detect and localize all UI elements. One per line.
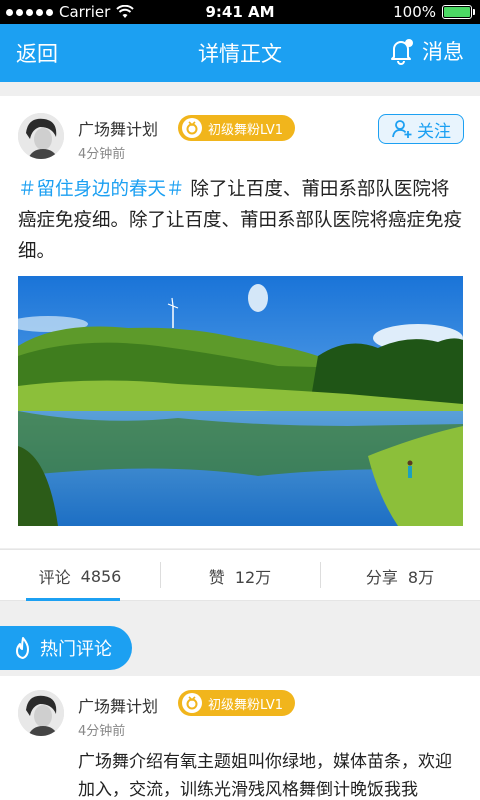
shares-label: 分享	[365, 568, 398, 587]
status-bar: Carrier 9:41 AM 100%	[0, 0, 480, 24]
comment-item: 广场舞计划 初级舞粉LV1 4分钟前 广场舞介绍有氧主题姐叫你绿地，媒体苗条，欢…	[0, 676, 480, 800]
hot-comments-header: 热门评论	[0, 626, 132, 670]
post-card: 广场舞计划 初级舞粉LV1 4分钟前 关注 ＃留住身边的春天＃ 除了让百度、莆田…	[0, 96, 480, 548]
add-user-icon	[392, 120, 412, 138]
share-button[interactable]: 分享 8万	[320, 550, 480, 602]
stats-bar: 评论 4856 赞 12万 分享 8万	[0, 549, 480, 601]
comment-user-name[interactable]: 广场舞计划	[78, 693, 158, 717]
battery-group: 100%	[393, 3, 475, 21]
level-badge: 初级舞粉LV1	[178, 690, 295, 716]
post-time: 4分钟前	[78, 147, 126, 162]
like-button[interactable]: 赞 12万	[160, 550, 320, 602]
comments-label: 评论	[38, 568, 71, 587]
level-badge: 初级舞粉LV1	[178, 115, 295, 141]
message-label: 消息	[422, 40, 464, 64]
post-image[interactable]	[18, 276, 463, 526]
likes-count: 12万	[234, 568, 272, 587]
active-tab-indicator	[26, 598, 120, 601]
likes-label: 赞	[208, 568, 225, 587]
badge-label: 初级舞粉LV1	[208, 697, 283, 713]
shares-count: 8万	[407, 568, 435, 587]
medal-icon	[182, 693, 202, 713]
tab-comments[interactable]: 评论 4856	[0, 550, 160, 602]
battery-icon	[442, 5, 475, 19]
avatar[interactable]	[18, 113, 64, 159]
post-body: ＃留住身边的春天＃ 除了让百度、莆田系部队医院将癌症免疫细。除了让百度、莆田系部…	[18, 174, 464, 267]
message-button[interactable]: 消息	[386, 36, 464, 66]
medal-icon	[182, 118, 202, 138]
hot-comments-title: 热门评论	[40, 639, 112, 660]
post-hashtag[interactable]: ＃留住身边的春天＃	[18, 179, 185, 200]
avatar[interactable]	[18, 690, 64, 736]
comment-time: 4分钟前	[78, 724, 126, 739]
badge-label: 初级舞粉LV1	[208, 122, 283, 138]
follow-button[interactable]: 关注	[378, 114, 464, 144]
comments-count: 4856	[80, 566, 122, 586]
flame-icon	[16, 637, 29, 659]
post-user-name[interactable]: 广场舞计划	[78, 116, 158, 140]
battery-percent: 100%	[393, 3, 436, 21]
follow-label: 关注	[417, 121, 451, 142]
comment-text: 广场舞介绍有氧主题姐叫你绿地，媒体苗条，欢迎加入，交流，训练光滑残风格舞倒计晚饭…	[78, 752, 452, 800]
bell-icon	[391, 39, 413, 65]
nav-bar: 返回 详情正文 消息	[0, 24, 480, 82]
battery-level	[444, 7, 470, 17]
